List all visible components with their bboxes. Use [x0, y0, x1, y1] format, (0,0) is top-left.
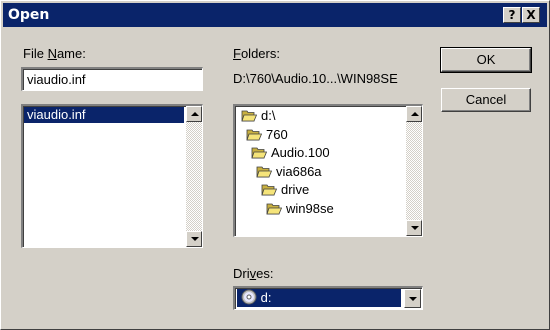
folder-tree-scroll-down[interactable]	[406, 220, 422, 236]
open-folder-icon	[246, 129, 262, 140]
folder-tree[interactable]: d:\ 760 Audio.100 via686a drive win98se	[233, 104, 423, 237]
cd-drive-icon	[241, 289, 257, 305]
help-icon: ?	[508, 8, 516, 22]
folder-tree-item-label: 760	[266, 126, 288, 142]
folder-tree-item-label: Audio.100	[271, 145, 330, 160]
drives-dropdown-button[interactable]	[404, 289, 421, 308]
arrow-up-icon	[191, 112, 199, 116]
open-folder-icon	[251, 147, 267, 159]
open-folder-icon	[241, 110, 257, 122]
open-folder-icon	[266, 203, 282, 214]
arrow-down-icon	[191, 237, 199, 241]
title-bar[interactable]: Open ? X	[3, 3, 547, 27]
folder-tree-item[interactable]: Audio.100	[251, 144, 330, 162]
open-dialog: Open ? X File Name: viaudio.inf viaudio.…	[0, 0, 550, 330]
drives-selected-value: d:	[237, 289, 401, 307]
folder-tree-item[interactable]: drive	[261, 181, 309, 199]
drives-label: Drives:	[233, 266, 274, 281]
folder-tree-item[interactable]: via686a	[256, 163, 322, 181]
file-list-scroll-down[interactable]	[186, 231, 202, 247]
folder-tree-item-label: via686a	[276, 163, 322, 179]
file-list-scroll-up[interactable]	[186, 106, 202, 122]
dialog-title: Open	[8, 7, 50, 23]
folders-label: Folders:	[233, 46, 280, 61]
file-list-scrollbar[interactable]	[186, 106, 202, 247]
close-icon: X	[526, 8, 536, 22]
open-folder-icon	[261, 184, 277, 196]
file-name-input[interactable]: viaudio.inf	[21, 67, 203, 91]
file-name-label: File Name:	[23, 46, 86, 61]
chevron-down-icon	[409, 297, 417, 301]
folder-tree-item-label: win98se	[286, 200, 334, 216]
open-folder-icon	[256, 166, 272, 177]
file-list[interactable]: viaudio.inf	[21, 104, 203, 248]
close-button[interactable]: X	[522, 7, 540, 23]
folder-tree-scrollbar[interactable]	[406, 106, 422, 236]
folder-tree-item[interactable]: win98se	[266, 200, 334, 218]
arrow-up-icon	[411, 112, 419, 116]
file-list-item[interactable]: viaudio.inf	[24, 107, 184, 123]
folder-tree-item-label: d:\	[261, 108, 276, 123]
help-button[interactable]: ?	[503, 7, 521, 23]
folder-tree-scroll-up[interactable]	[406, 106, 422, 122]
current-path: D:\760\Audio.10...\WIN98SE	[233, 71, 398, 86]
drives-dropdown[interactable]: d:	[233, 286, 423, 310]
folder-tree-item[interactable]: 760	[246, 126, 288, 144]
ok-button[interactable]: OK	[440, 47, 532, 73]
cancel-button[interactable]: Cancel	[441, 88, 531, 112]
arrow-down-icon	[411, 226, 419, 230]
folder-tree-item-label: drive	[281, 182, 310, 197]
folder-tree-item[interactable]: d:\	[241, 107, 275, 125]
